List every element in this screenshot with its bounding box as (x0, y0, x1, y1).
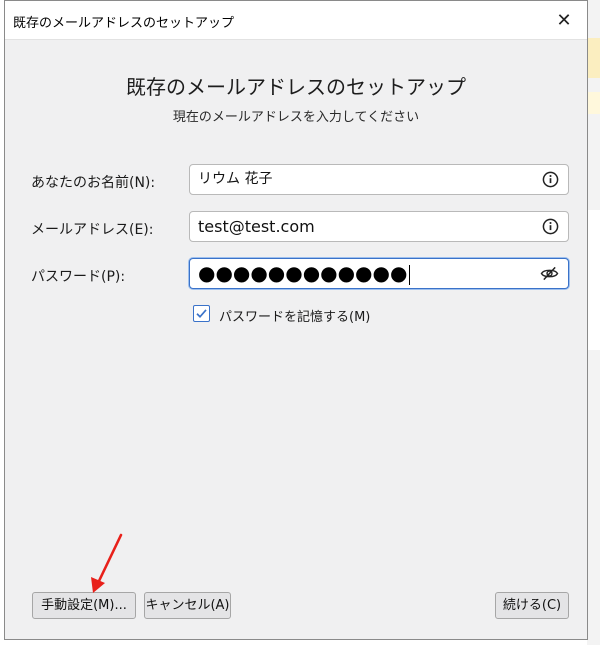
annotation-arrow-icon (91, 533, 123, 593)
close-icon: ✕ (556, 9, 572, 31)
email-input[interactable]: test@test.com (189, 211, 569, 242)
window-title: 既存のメールアドレスのセットアップ (13, 16, 235, 31)
password-input-value: ●●●●●●●●●●●● (198, 259, 411, 288)
password-input[interactable]: ●●●●●●●●●●●● (189, 258, 569, 289)
name-input-value: リウム 花子 (198, 171, 273, 187)
checkmark-icon (196, 309, 207, 319)
page-title: 既存のメールアドレスのセットアップ (126, 75, 466, 99)
title-bar: 既存のメールアドレスのセットアップ ✕ (5, 1, 587, 40)
name-label: あなたのお名前(N): (31, 175, 156, 191)
background-window-edge (587, 0, 600, 645)
page-subtitle: 現在のメールアドレスを入力してください (172, 110, 420, 125)
info-icon[interactable] (542, 171, 559, 188)
password-label: パスワード(P): (31, 269, 126, 285)
close-button[interactable]: ✕ (541, 1, 587, 39)
continue-button[interactable]: 続ける(C) (495, 592, 569, 619)
text-caret (409, 264, 411, 285)
email-input-value: test@test.com (198, 217, 315, 236)
email-label: メールアドレス(E): (31, 222, 154, 238)
account-setup-dialog: 既存のメールアドレスのセットアップ ✕ 既存のメールアドレスのセットアップ 現在… (4, 0, 588, 640)
remember-password-label[interactable]: パスワードを記憶する(M) (219, 306, 370, 325)
remember-password-checkbox[interactable] (193, 305, 210, 322)
info-icon[interactable] (542, 218, 559, 235)
eye-slash-icon[interactable] (540, 265, 559, 282)
cancel-button[interactable]: キャンセル(A) (144, 592, 231, 619)
name-input[interactable]: リウム 花子 (189, 164, 569, 195)
